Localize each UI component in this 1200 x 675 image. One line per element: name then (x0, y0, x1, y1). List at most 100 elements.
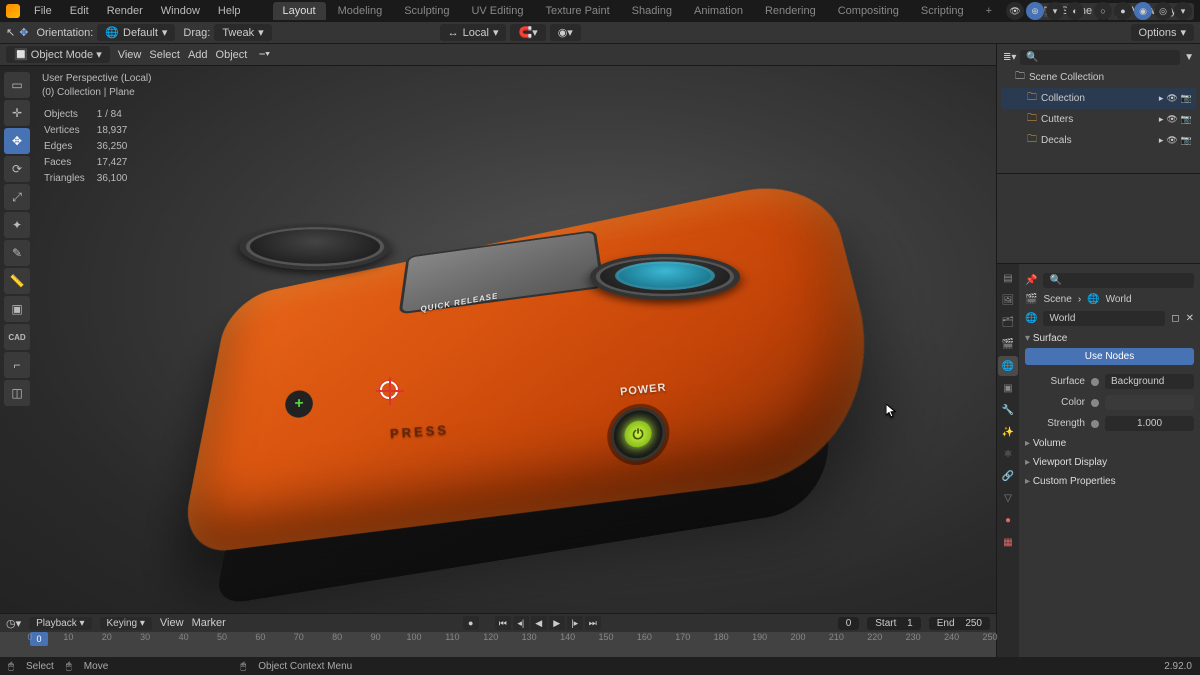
jump-start-button[interactable]: ⏮ (495, 616, 511, 630)
overlay-dropdown-icon[interactable]: ▾ (1046, 2, 1064, 20)
workspace-tab-uv[interactable]: UV Editing (461, 2, 533, 20)
prop-tab-object[interactable]: ▣ (998, 378, 1018, 398)
viewport-menu-object[interactable]: Object (216, 49, 248, 61)
tool-transform[interactable]: ✦ (4, 212, 30, 238)
gizmo-visibility-icon[interactable]: 👁 (1006, 2, 1024, 20)
prop-tab-texture[interactable]: ▦ (998, 532, 1018, 552)
timeline-keying-menu[interactable]: Keying ▾ (100, 617, 152, 630)
outliner-search-input[interactable]: 🔍 (1020, 50, 1180, 65)
cursor-tool-icon[interactable]: ↖ (6, 26, 15, 39)
current-frame-field[interactable]: 0 (838, 617, 860, 630)
color-swatch[interactable] (1105, 395, 1194, 410)
keyframe-prev-button[interactable]: ◂| (513, 616, 529, 630)
timeline-marker-menu[interactable]: Marker (192, 617, 226, 629)
new-world-icon[interactable]: ◻ (1171, 313, 1179, 324)
prop-tab-data[interactable]: ▽ (998, 488, 1018, 508)
workspace-tab-shading[interactable]: Shading (622, 2, 682, 20)
strength-value-field[interactable]: 1.000 (1105, 416, 1194, 431)
restrict-select-icon[interactable]: ▸ (1159, 93, 1164, 104)
prop-tab-modifiers[interactable]: 🔧 (998, 400, 1018, 420)
outliner-item-decals[interactable]: 🗀 Decals ▸👁📷 (1001, 130, 1196, 151)
timeline-editor-icon[interactable]: ◷▾ (6, 617, 21, 630)
shading-rendered-icon[interactable]: ◎ (1154, 2, 1172, 20)
viewport-menu-add[interactable]: Add (188, 49, 208, 61)
autokey-toggle[interactable]: ● (463, 616, 479, 630)
mode-dropdown[interactable]: 🔲 Object Mode ▾ (6, 46, 110, 63)
restrict-render-icon[interactable]: 📷 (1181, 93, 1192, 104)
prop-tab-output[interactable]: 🖼 (998, 290, 1018, 310)
section-volume[interactable]: Volume (1025, 434, 1194, 453)
frame-end-field[interactable]: End 250 (929, 617, 990, 630)
outliner-item-cutters[interactable]: 🗀 Cutters ▸👁📷 (1001, 109, 1196, 130)
menu-edit[interactable]: Edit (62, 2, 97, 20)
tool-annotate[interactable]: ✎ (4, 240, 30, 266)
shading-dropdown-icon[interactable]: ▾ (1174, 2, 1192, 20)
workspace-tab-sculpting[interactable]: Sculpting (394, 2, 459, 20)
prop-tab-material[interactable]: ● (998, 510, 1018, 530)
jump-end-button[interactable]: ⏭ (585, 616, 601, 630)
timeline-playback-menu[interactable]: Playback ▾ (29, 617, 91, 630)
xray-toggle-icon[interactable]: ◐ (1066, 2, 1084, 20)
section-viewport-display[interactable]: Viewport Display (1025, 453, 1194, 472)
workspace-tab-texpaint[interactable]: Texture Paint (535, 2, 619, 20)
playhead[interactable]: 0 (30, 632, 48, 646)
play-reverse-button[interactable]: ◀ (531, 616, 547, 630)
options-dropdown[interactable]: Options▾ (1131, 24, 1194, 41)
pivot-icon[interactable]: ⎯▾ (259, 48, 270, 61)
tool-select-box[interactable]: ▭ (4, 72, 30, 98)
proportional-toggle[interactable]: ◉▾ (550, 24, 581, 41)
workspace-tab-modeling[interactable]: Modeling (328, 2, 393, 20)
menu-help[interactable]: Help (210, 2, 249, 20)
outliner-scene-collection[interactable]: 🗀 Scene Collection (1001, 67, 1196, 88)
outliner-editor-icon[interactable]: ≣▾ (1003, 52, 1016, 63)
timeline-view-menu[interactable]: View (160, 617, 184, 629)
workspace-tab-compositing[interactable]: Compositing (828, 2, 909, 20)
surface-type-dropdown[interactable]: Background (1105, 374, 1194, 389)
shading-solid-icon[interactable]: ● (1114, 2, 1132, 20)
world-datablock-dropdown[interactable]: World (1043, 311, 1165, 326)
section-custom-properties[interactable]: Custom Properties (1025, 472, 1194, 491)
tool-move[interactable]: ✥ (4, 128, 30, 154)
snap-toggle[interactable]: 🧲▾ (510, 24, 545, 41)
prop-tab-scene[interactable]: 🎬 (998, 334, 1018, 354)
move-tool-icon[interactable]: ✥ (19, 26, 28, 39)
prop-tab-render[interactable]: ▤ (998, 268, 1018, 288)
tool-rotate[interactable]: ⟳ (4, 156, 30, 182)
pin-icon[interactable]: 📌 (1025, 275, 1037, 286)
prop-tab-world[interactable]: 🌐 (998, 356, 1018, 376)
shading-material-icon[interactable]: ◉ (1134, 2, 1152, 20)
menu-render[interactable]: Render (99, 2, 151, 20)
shading-wireframe-icon[interactable]: ○ (1094, 2, 1112, 20)
workspace-tab-add[interactable]: + (976, 2, 1002, 20)
outliner-item-collection[interactable]: 🗀 Collection ▸👁📷 (1001, 88, 1196, 109)
properties-search-input[interactable]: 🔍 (1043, 273, 1194, 288)
workspace-tab-rendering[interactable]: Rendering (755, 2, 826, 20)
tool-cad[interactable]: CAD (4, 324, 30, 350)
prop-tab-constraints[interactable]: 🔗 (998, 466, 1018, 486)
menu-window[interactable]: Window (153, 2, 208, 20)
play-button[interactable]: ▶ (549, 616, 565, 630)
section-surface[interactable]: Surface (1025, 329, 1194, 348)
breadcrumb-scene[interactable]: Scene (1043, 294, 1071, 305)
breadcrumb-world[interactable]: World (1106, 294, 1132, 305)
keyframe-next-button[interactable]: |▸ (567, 616, 583, 630)
use-nodes-button[interactable]: Use Nodes (1025, 348, 1194, 365)
prop-tab-particles[interactable]: ✨ (998, 422, 1018, 442)
prop-tab-physics[interactable]: ⚛ (998, 444, 1018, 464)
tool-addcube[interactable]: ▣ (4, 296, 30, 322)
tool-extra1[interactable]: ⌐ (4, 352, 30, 378)
tool-extra2[interactable]: ◫ (4, 380, 30, 406)
transform-space-dropdown[interactable]: ↔Local▾ (440, 24, 507, 41)
tool-measure[interactable]: 📏 (4, 268, 30, 294)
menu-file[interactable]: File (26, 2, 60, 20)
unlink-world-icon[interactable]: ✕ (1186, 313, 1194, 324)
viewport-menu-view[interactable]: View (118, 49, 142, 61)
tool-cursor[interactable]: ✛ (4, 100, 30, 126)
drag-dropdown[interactable]: Tweak▾ (214, 24, 271, 41)
viewport-menu-select[interactable]: Select (149, 49, 180, 61)
tool-scale[interactable]: ⤢ (4, 184, 30, 210)
overlay-toggle-icon[interactable]: ⊕ (1026, 2, 1044, 20)
prop-tab-viewlayer[interactable]: 🗂 (998, 312, 1018, 332)
restrict-viewport-icon[interactable]: 👁 (1166, 93, 1177, 104)
frame-start-field[interactable]: Start 1 (867, 617, 920, 630)
